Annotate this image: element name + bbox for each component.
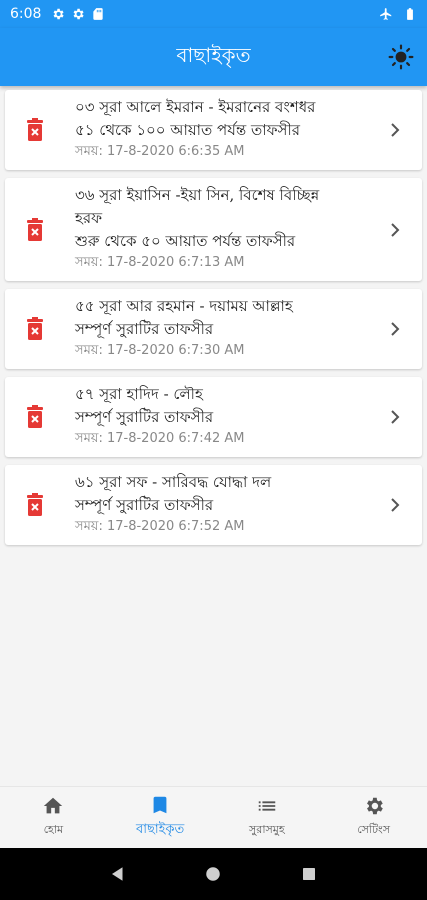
chevron-right-icon	[391, 322, 400, 336]
status-time: 6:08	[10, 6, 42, 22]
nav-surah-list[interactable]: সুরাসমুহ	[214, 787, 321, 848]
chevron-right-icon	[391, 222, 400, 237]
item-time: সময়: 17-8-2020 6:7:30 AM	[75, 343, 245, 358]
battery-icon	[407, 8, 413, 20]
bookmark-list: ০৩ সূরা আলে ইমরান - ইমরানের বংশধর ৫১ থেক…	[0, 90, 427, 553]
list-item[interactable]: ৫৭ সূরা হাদিদ - লৌহ সম্পূর্ণ সুরাটির তাফ…	[5, 377, 422, 457]
item-subtitle: সম্পূর্ণ সুরাটির তাফসীর	[75, 320, 214, 338]
delete-icon[interactable]	[25, 217, 45, 242]
delete-icon[interactable]	[25, 317, 45, 341]
settings-notification-icon	[54, 8, 65, 20]
sun-icon	[388, 44, 414, 70]
sd-card-icon	[93, 8, 104, 20]
nav-bookmarks[interactable]: বাছাইকৃত	[107, 787, 214, 848]
airplane-mode-icon	[380, 8, 392, 20]
list-item[interactable]: ০৩ সূরা আলে ইমরান - ইমরানের বংশধর ৫১ থেক…	[5, 90, 422, 170]
item-subtitle: সম্পূর্ণ সুরাটির তাফসীর	[75, 408, 214, 426]
nav-settings[interactable]: সেটিংস	[320, 787, 427, 848]
theme-toggle-button[interactable]	[387, 43, 415, 71]
status-system-icons	[379, 7, 417, 21]
list-item[interactable]: ৩৬ সূরা ইয়াসিন -ইয়া সিন, বিশেষ বিচ্ছিন…	[5, 178, 422, 281]
home-circle-icon[interactable]	[204, 865, 222, 883]
item-time: সময়: 17-8-2020 6:7:42 AM	[75, 431, 245, 446]
item-title: ৫৭ সূরা হাদিদ - লৌহ	[75, 385, 203, 403]
item-title: ৩৬ সূরা ইয়াসিন -ইয়া সিন, বিশেষ বিচ্ছিন…	[75, 186, 320, 204]
item-subtitle: শুরু থেকে ৫০ আয়াত পর্যন্ত তাফসীর	[75, 232, 296, 250]
item-title-continued: হরফ	[75, 209, 103, 227]
chevron-right-icon	[391, 498, 400, 512]
item-time: সময়: 17-8-2020 6:7:52 AM	[75, 519, 245, 534]
chevron-right-icon	[391, 410, 400, 424]
item-title: ৫৫ সূরা আর রহমান - দয়াময় আল্লাহ	[75, 297, 293, 315]
status-bar: 6:08	[0, 0, 427, 28]
nav-home-label: হোম	[43, 823, 64, 836]
gear-icon	[366, 797, 383, 815]
bookmark-icon	[153, 796, 167, 814]
nav-bookmarks-label: বাছাইকৃত	[135, 822, 185, 837]
list-icon	[258, 801, 276, 811]
list-item[interactable]: ৬১ সূরা সফ - সারিবদ্ধ যোদ্ধা দল সম্পূর্ণ…	[5, 465, 422, 545]
nav-home[interactable]: হোম	[0, 787, 107, 848]
item-subtitle: ৫১ থেকে ১০০ আয়াত পর্যন্ত তাফসীর	[75, 121, 300, 139]
list-item[interactable]: ৫৫ সূরা আর রহমান - দয়াময় আল্লাহ সম্পূর…	[5, 289, 422, 369]
delete-icon[interactable]	[25, 405, 45, 429]
home-icon	[44, 797, 63, 814]
settings-notification-icon-2	[74, 8, 85, 20]
system-navigation-bar	[0, 848, 427, 900]
item-title: ৬১ সূরা সফ - সারিবদ্ধ যোদ্ধা দল	[75, 473, 272, 491]
item-subtitle: সম্পূর্ণ সুরাটির তাফসীর	[75, 496, 214, 514]
nav-surah-list-label: সুরাসমুহ	[249, 823, 285, 836]
status-notification-icons	[51, 7, 105, 21]
page-title: বাছাইকৃত	[176, 42, 251, 67]
item-time: সময়: 17-8-2020 6:6:35 AM	[75, 144, 245, 159]
app-bar: বাছাইকৃত	[0, 28, 427, 86]
item-time: সময়: 17-8-2020 6:7:13 AM	[75, 255, 245, 270]
bottom-navigation: হোম বাছাইকৃত সুরাসমুহ সেটিংস	[0, 786, 427, 848]
delete-icon[interactable]	[25, 493, 45, 517]
delete-icon[interactable]	[25, 118, 45, 142]
back-icon[interactable]	[109, 865, 127, 883]
nav-settings-label: সেটিংস	[357, 823, 391, 836]
recents-icon[interactable]	[300, 865, 318, 883]
chevron-right-icon	[391, 123, 400, 137]
item-title: ০৩ সূরা আলে ইমরান - ইমরানের বংশধর	[75, 98, 316, 116]
